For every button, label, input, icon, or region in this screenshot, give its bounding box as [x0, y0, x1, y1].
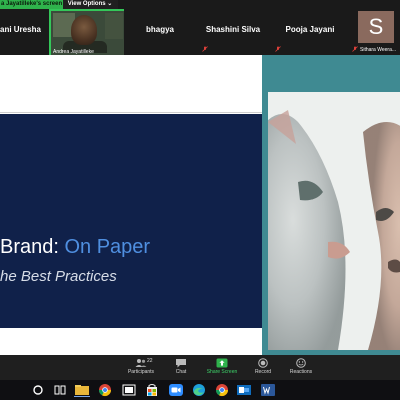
share-screen-label: Share Screen	[206, 369, 238, 375]
participant-tile[interactable]: ani Uresha	[0, 9, 48, 55]
slide-title-main: Brand:	[0, 236, 65, 258]
video-background	[105, 13, 123, 39]
edge-icon[interactable]	[191, 383, 207, 397]
record-icon	[258, 358, 268, 368]
muted-mic-icon	[275, 46, 281, 52]
share-screen-icon	[216, 358, 228, 368]
chrome-icon[interactable]	[97, 383, 113, 397]
participants-button[interactable]: 22 Participants	[119, 358, 163, 380]
share-screen-button[interactable]: Share Screen	[200, 358, 244, 380]
participant-caption: Sithara Weera...	[360, 47, 397, 53]
windows-taskbar	[0, 380, 400, 400]
chat-button[interactable]: Chat	[159, 358, 203, 380]
search-icon[interactable]	[30, 383, 46, 397]
participant-gallery: ani Uresha Andrea Jayatilleke bhagya Sha…	[0, 9, 400, 59]
participant-name: Shashini Silva	[205, 25, 261, 34]
slide-divider	[0, 112, 262, 113]
participant-tile[interactable]: Pooja Jayani	[270, 9, 350, 55]
view-options-button[interactable]: View Options ⌄	[62, 0, 118, 9]
reactions-label: Reactions	[289, 369, 313, 375]
participant-tile[interactable]: Shashini Silva	[197, 9, 269, 55]
participant-name: bhagya	[145, 25, 174, 34]
sharing-indicator: a Jayatilleke's screen	[0, 0, 63, 9]
task-view-icon[interactable]	[52, 383, 68, 397]
slide-title-accent: On Paper	[64, 236, 151, 258]
participant-video-face	[71, 15, 97, 45]
word-icon[interactable]	[260, 383, 276, 397]
participants-label: Participants	[127, 369, 155, 375]
meeting-controls: 22 Participants Chat Share Screen Record…	[0, 355, 400, 380]
participant-tile[interactable]: bhagya	[124, 9, 210, 55]
chat-label: Chat	[175, 369, 187, 375]
avatar: S	[358, 11, 394, 43]
sharing-notice-bar: a Jayatilleke's screen View Options ⌄	[0, 0, 118, 9]
muted-mic-icon	[352, 46, 358, 52]
cat-image	[268, 92, 400, 350]
zoom-icon[interactable]	[168, 383, 184, 397]
chat-icon	[176, 359, 186, 368]
reactions-button[interactable]: Reactions	[279, 358, 323, 380]
participant-tile[interactable]: S Sithara Weera...	[350, 9, 400, 55]
chrome-icon[interactable]	[214, 383, 230, 397]
slide-subtitle: he Best Practices	[0, 268, 117, 285]
cat-photo	[268, 92, 400, 350]
reactions-icon	[296, 358, 306, 368]
participant-tile-active-speaker[interactable]: Andrea Jayatilleke	[49, 9, 127, 59]
participant-name: ani Uresha	[0, 25, 41, 34]
presentation-slide	[0, 114, 268, 328]
participants-icon	[135, 359, 147, 367]
participant-name: Pooja Jayani	[285, 25, 335, 34]
muted-mic-icon	[202, 46, 208, 52]
slide-title: Brand: On Paper	[0, 236, 268, 259]
file-explorer-icon[interactable]	[74, 383, 90, 397]
task-view-icon[interactable]	[121, 383, 137, 397]
participants-count: 22	[147, 358, 153, 364]
outlook-icon[interactable]	[236, 383, 252, 397]
store-icon[interactable]	[144, 383, 160, 397]
